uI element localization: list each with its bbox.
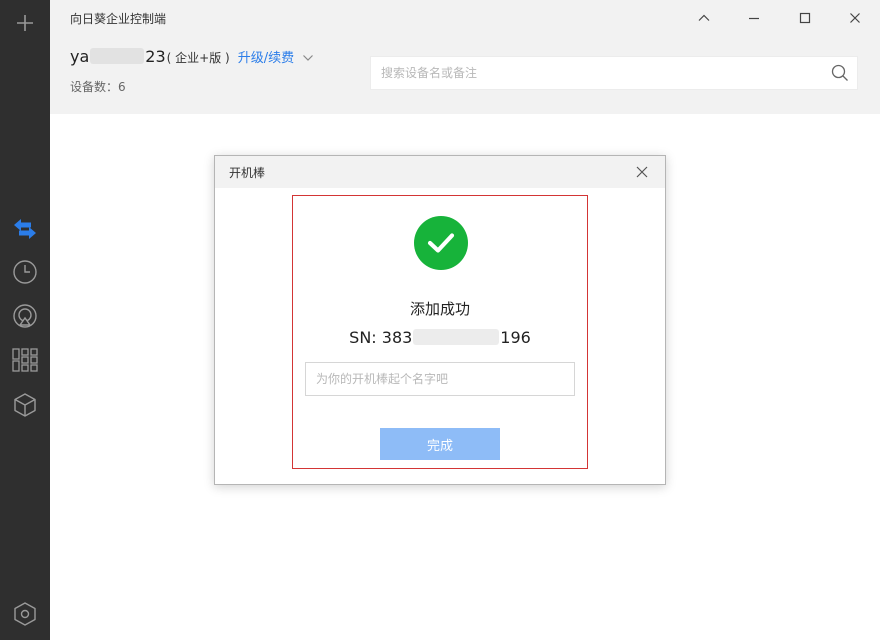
sidebar-item-apps[interactable] — [0, 342, 50, 378]
clock-icon — [13, 260, 37, 284]
hexagon-settings-icon — [14, 602, 36, 626]
add-button[interactable] — [0, 5, 50, 41]
serial-number-prefix: SN: 383 — [349, 328, 413, 347]
collapse-button[interactable] — [692, 6, 716, 30]
device-name-input[interactable] — [305, 362, 575, 396]
maximize-icon — [799, 12, 811, 24]
box-icon — [14, 393, 36, 417]
search-input[interactable] — [371, 57, 811, 89]
device-count: 设备数：6 — [70, 80, 126, 94]
sidebar-item-remote[interactable] — [0, 211, 50, 247]
search-icon[interactable] — [831, 64, 849, 82]
success-message: 添加成功 — [409, 300, 470, 318]
highlight-box: 添加成功 SN: 383 196 完成 — [292, 195, 588, 469]
search-box — [370, 56, 858, 90]
close-icon — [850, 13, 860, 23]
upgrade-link[interactable]: 升级/续费 — [238, 47, 294, 66]
sidebar — [0, 0, 50, 640]
dialog-close-button[interactable] — [633, 163, 651, 181]
minimize-icon — [749, 17, 759, 20]
edition-label: ( 企业+版 ) — [166, 51, 230, 65]
plus-icon — [17, 15, 33, 31]
account-info: ya 23 ( 企业+版 ) 升级/续费 — [70, 46, 314, 66]
account-name-prefix: ya — [70, 47, 90, 66]
success-check-icon — [414, 216, 468, 270]
sidebar-item-history[interactable] — [0, 254, 50, 290]
serial-number-redacted — [413, 329, 500, 345]
serial-number: SN: 383 196 — [293, 327, 587, 347]
transfer-arrows-icon — [14, 219, 36, 239]
maximize-button[interactable] — [793, 6, 817, 30]
account-name-redacted — [90, 48, 145, 64]
apps-grid-icon — [12, 348, 38, 372]
close-button[interactable] — [843, 6, 867, 30]
dialog-title-bar[interactable]: 开机棒 — [215, 156, 665, 188]
sidebar-item-devices[interactable] — [0, 387, 50, 423]
sidebar-item-settings[interactable] — [0, 596, 50, 632]
dialog-title: 开机棒 — [229, 166, 266, 180]
serial-number-suffix: 196 — [500, 328, 531, 347]
chevron-up-icon — [698, 14, 710, 21]
account-header: ya 23 ( 企业+版 ) 升级/续费 设备数：6 — [50, 36, 880, 114]
title-bar[interactable]: 向日葵企业控制端 — [50, 0, 880, 36]
minimize-button[interactable] — [742, 6, 766, 30]
done-button[interactable]: 完成 — [380, 428, 500, 460]
sidebar-item-screen-cast[interactable] — [0, 298, 50, 334]
power-stick-dialog: 开机棒 添加成功 SN: 383 196 完成 — [214, 155, 666, 485]
app-title: 向日葵企业控制端 — [70, 12, 167, 26]
chevron-down-icon[interactable] — [302, 53, 314, 63]
airplay-icon — [13, 304, 37, 328]
account-name-suffix: 23 — [145, 47, 166, 66]
close-icon — [636, 166, 648, 178]
